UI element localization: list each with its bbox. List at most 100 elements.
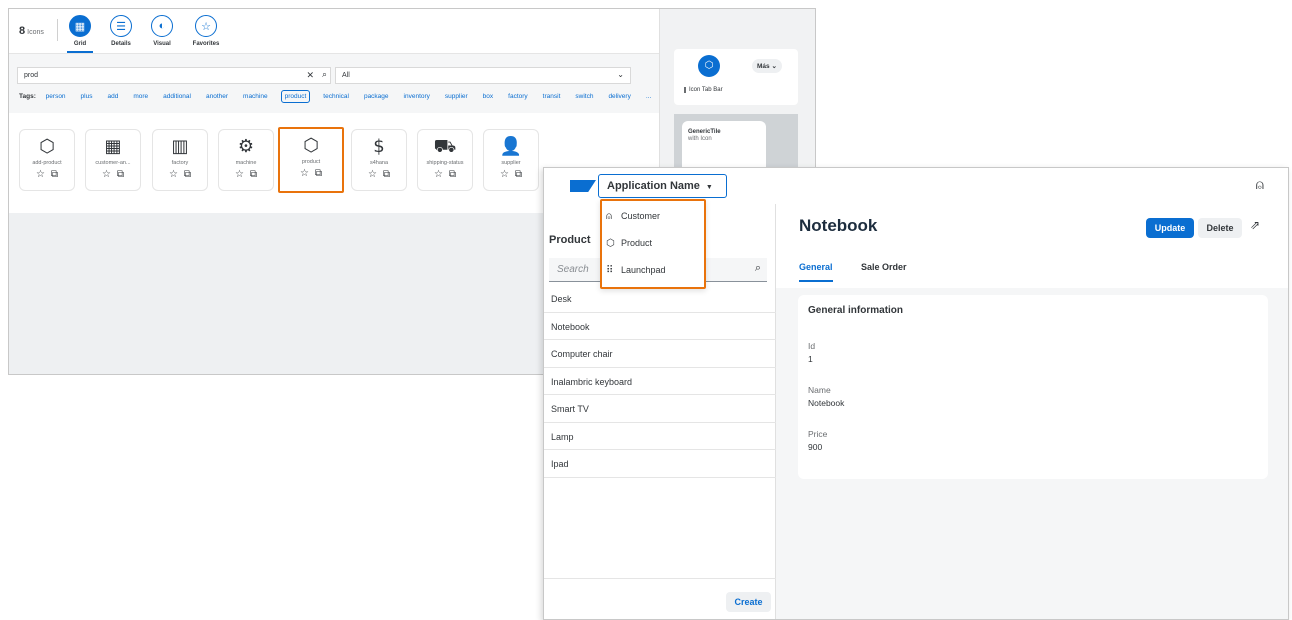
tag-factory[interactable]: factory: [506, 91, 530, 102]
tab-favorites[interactable]: ☆ Favorites: [187, 15, 225, 53]
list-item[interactable]: Ipad: [544, 450, 776, 478]
update-button[interactable]: Update: [1146, 218, 1194, 238]
company-logo[interactable]: [570, 180, 596, 192]
collection-select-value: All: [342, 72, 350, 79]
more-button[interactable]: Más ⌄: [752, 59, 782, 73]
list-item[interactable]: Computer chair: [544, 340, 776, 368]
copy-icon[interactable]: ⧉: [250, 169, 257, 180]
icon-name: shipping-status: [426, 160, 464, 166]
tag-supplier[interactable]: supplier: [443, 91, 470, 102]
tag-plus[interactable]: plus: [79, 91, 95, 102]
clear-icon[interactable]: ✕: [306, 70, 314, 81]
list-item[interactable]: Notebook: [544, 313, 776, 340]
search-icon[interactable]: ⌕: [322, 69, 327, 80]
copy-icon[interactable]: ⧉: [515, 169, 522, 180]
copy-icon[interactable]: ⧉: [315, 168, 322, 179]
customer-an-icon: ▦: [104, 136, 122, 157]
icon-card-factory[interactable]: ▥ factory ☆ ⧉: [152, 129, 208, 191]
favorite-star-icon[interactable]: ☆: [102, 169, 111, 180]
factory-icon: ▥: [171, 136, 189, 157]
list-item[interactable]: Smart TV: [544, 395, 776, 423]
tag-inventory[interactable]: inventory: [402, 91, 432, 102]
master-footer: Create: [544, 578, 776, 619]
tag-another[interactable]: another: [204, 91, 230, 102]
favorite-star-icon[interactable]: ☆: [169, 169, 178, 180]
menu-item-launchpad[interactable]: ⠿ Launchpad: [606, 265, 666, 276]
list-item[interactable]: Lamp: [544, 423, 776, 450]
field-label-id: Id: [808, 341, 816, 351]
icon-count: 8 Icons: [19, 25, 44, 37]
launchpad-icon: ⠿: [606, 265, 614, 276]
menu-item-customer[interactable]: ⍝ Customer: [606, 211, 660, 222]
s4hana-icon: $: [373, 136, 385, 157]
icon-card-product[interactable]: ⬡ product ☆ ⧉: [278, 127, 344, 193]
icon-name: product: [301, 159, 321, 165]
icon-card-supplier[interactable]: 👤 supplier ☆ ⧉: [483, 129, 539, 191]
detail-header: Notebook Update Delete ⇗ General Sale Or…: [776, 204, 1288, 288]
app-name-label: Application Name: [607, 180, 700, 192]
icon-name: customer-an...: [95, 160, 131, 166]
supplier-icon: 👤: [499, 136, 523, 157]
product-icon[interactable]: ⬡: [698, 55, 720, 77]
tab-sale-order[interactable]: Sale Order: [861, 262, 907, 280]
tab-visual[interactable]: ◐ Visual: [143, 15, 181, 53]
field-label-price: Price: [808, 429, 828, 439]
icon-card-s4hana[interactable]: $ s4hana ☆ ⧉: [351, 129, 407, 191]
tag-box[interactable]: box: [481, 91, 495, 102]
copy-icon[interactable]: ⧉: [51, 169, 58, 180]
tag-delivery[interactable]: delivery: [606, 91, 632, 102]
star-icon: ☆: [195, 15, 217, 37]
delete-button[interactable]: Delete: [1198, 218, 1242, 238]
icon-card-shipping-status[interactable]: ⛟ shipping-status ☆ ⧉: [417, 129, 473, 191]
tab-grid[interactable]: ▦ Grid: [61, 15, 99, 53]
copy-icon[interactable]: ⧉: [184, 169, 191, 180]
menu-item-product[interactable]: ⬡ Product: [606, 238, 652, 249]
section-title: General information: [808, 305, 904, 316]
favorite-star-icon[interactable]: ☆: [36, 169, 45, 180]
favorite-star-icon[interactable]: ☆: [500, 169, 509, 180]
person-icon: ⍝: [606, 211, 612, 222]
create-button[interactable]: Create: [726, 592, 771, 612]
tab-general[interactable]: General: [799, 262, 833, 282]
favorite-star-icon[interactable]: ☆: [368, 169, 377, 180]
add-product-icon: ⬡: [39, 136, 55, 157]
tag-add[interactable]: add: [105, 91, 120, 102]
icon-card-customer-an[interactable]: ▦ customer-an... ☆ ⧉: [85, 129, 141, 191]
icon-search-input[interactable]: prod ✕ ⌕: [17, 67, 331, 84]
tab-details[interactable]: ☰ Details: [102, 15, 140, 53]
icon-card-add-product[interactable]: ⬡ add-product ☆ ⧉: [19, 129, 75, 191]
icon-card-machine[interactable]: ⚙ machine ☆ ⧉: [218, 129, 274, 191]
app-name-menu-button[interactable]: Application Name ▼: [598, 174, 727, 198]
product-icon: ⬡: [606, 238, 615, 249]
tag-package[interactable]: package: [362, 91, 391, 102]
tag-product[interactable]: product: [280, 90, 311, 103]
favorite-star-icon[interactable]: ☆: [434, 169, 443, 180]
tab-grid-label: Grid: [73, 41, 87, 47]
share-icon[interactable]: ⇗: [1250, 218, 1260, 232]
icon-name: factory: [171, 160, 189, 166]
tag-transit[interactable]: transit: [541, 91, 563, 102]
tag-machine[interactable]: machine: [241, 91, 270, 102]
favorite-star-icon[interactable]: ☆: [235, 169, 244, 180]
favorite-star-icon[interactable]: ☆: [300, 168, 309, 179]
tag-person[interactable]: person: [44, 91, 68, 102]
tag-switch[interactable]: switch: [573, 91, 595, 102]
icon-name: machine: [235, 160, 257, 166]
icon-name: s4hana: [369, 160, 389, 166]
field-label-name: Name: [808, 385, 831, 395]
search-icon[interactable]: ⌕: [755, 262, 761, 275]
copy-icon[interactable]: ⧉: [449, 169, 456, 180]
product-icon: ⬡: [303, 135, 319, 156]
icon-collection-select[interactable]: All ⌄: [335, 67, 631, 84]
tag-more[interactable]: more: [131, 91, 150, 102]
copy-icon[interactable]: ⧉: [117, 169, 124, 180]
tag-technical[interactable]: technical: [321, 91, 351, 102]
tag-additional[interactable]: additional: [161, 91, 193, 102]
icon-name: add-product: [32, 160, 62, 166]
copy-icon[interactable]: ⧉: [383, 169, 390, 180]
user-icon[interactable]: ⍝: [1256, 177, 1264, 193]
list-item[interactable]: Inalambric keyboard: [544, 368, 776, 395]
header-divider: [57, 19, 58, 41]
list-item[interactable]: Desk: [544, 285, 776, 313]
tag-more[interactable]: ...: [644, 91, 653, 102]
